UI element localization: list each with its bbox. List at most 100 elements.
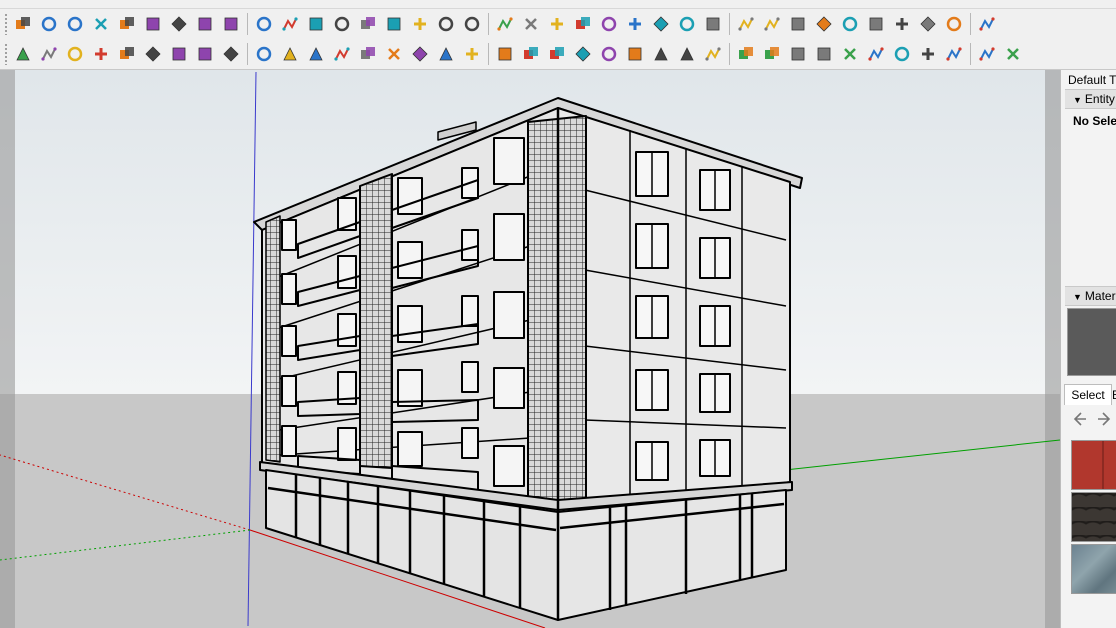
back-arrow-icon[interactable] — [1071, 410, 1089, 428]
components-icon[interactable] — [916, 12, 940, 36]
entity-info-label: Entity — [1084, 92, 1115, 106]
move-plus-icon[interactable] — [330, 12, 354, 36]
grid-3-icon[interactable] — [812, 12, 836, 36]
cross-icon[interactable] — [382, 12, 406, 36]
extrude-icon[interactable] — [597, 12, 621, 36]
building-model-canvas[interactable] — [0, 70, 1060, 628]
chart-icon[interactable] — [115, 42, 139, 66]
grid-wire-icon[interactable] — [493, 42, 517, 66]
tray-title: Default Tr — [1068, 73, 1116, 87]
plane-icon[interactable] — [760, 42, 784, 66]
red-box-icon[interactable] — [89, 12, 113, 36]
curve-2-icon[interactable] — [597, 42, 621, 66]
bench-icon[interactable] — [916, 42, 940, 66]
spiral-icon[interactable] — [434, 42, 458, 66]
material-preview[interactable] — [1067, 308, 1116, 376]
toolbar-top-strip — [0, 0, 1116, 9]
plus-icon[interactable] — [356, 12, 380, 36]
collapse-triangle-icon[interactable]: ▼ — [1073, 95, 1082, 105]
yellow-plane-icon[interactable] — [37, 12, 61, 36]
layers-icon[interactable] — [890, 12, 914, 36]
paint-bucket-icon[interactable] — [675, 12, 699, 36]
default-tray: Default Tr ▼Entity No Selec ▼Mater Selec… — [1060, 70, 1116, 628]
chair-icon[interactable] — [942, 42, 966, 66]
rotate-icon[interactable] — [141, 12, 165, 36]
box-icon[interactable] — [219, 12, 243, 36]
corner-icon[interactable] — [519, 42, 543, 66]
fence-icon[interactable] — [675, 42, 699, 66]
gear-icon[interactable] — [193, 42, 217, 66]
arc-icon[interactable] — [864, 12, 888, 36]
triangle-icon[interactable] — [408, 12, 432, 36]
tape-icon[interactable] — [330, 42, 354, 66]
green-plane-icon[interactable] — [63, 12, 87, 36]
hand-2-icon[interactable] — [734, 42, 758, 66]
material-swatch-red-brick[interactable] — [1071, 440, 1116, 490]
shelf-icon[interactable] — [1001, 42, 1025, 66]
polyline-icon[interactable] — [304, 12, 328, 36]
tab-select[interactable]: Select — [1064, 384, 1112, 405]
collapse-triangle-icon[interactable]: ▼ — [1073, 292, 1082, 302]
stack-icon[interactable] — [812, 42, 836, 66]
pattern-icon[interactable] — [141, 42, 165, 66]
undo-icon[interactable] — [571, 12, 595, 36]
toolbar-grip[interactable] — [4, 13, 8, 35]
curve-icon[interactable] — [434, 12, 458, 36]
roof-icon[interactable] — [890, 42, 914, 66]
diamond-icon[interactable] — [519, 12, 543, 36]
materials-label: Mater — [1084, 289, 1116, 303]
square-icon[interactable] — [167, 12, 191, 36]
right-border-shadow — [1045, 70, 1060, 628]
face-icon[interactable] — [460, 12, 484, 36]
toolbar-separator — [970, 13, 971, 35]
mail-icon[interactable] — [219, 42, 243, 66]
toolbar-grip[interactable] — [4, 43, 8, 65]
path-icon[interactable] — [278, 42, 302, 66]
tab-edit[interactable]: E — [1112, 386, 1116, 404]
window-icon[interactable] — [786, 42, 810, 66]
info-icon[interactable] — [252, 42, 276, 66]
materials-panel-header[interactable]: ▼ Mater — [1065, 286, 1116, 306]
link-icon[interactable] — [252, 12, 276, 36]
line-icon[interactable] — [356, 42, 380, 66]
cloud-icon[interactable] — [167, 42, 191, 66]
more-icon[interactable] — [975, 12, 999, 36]
cup-icon[interactable] — [545, 12, 569, 36]
selection-status: No Selec — [1073, 114, 1116, 128]
frame-icon[interactable] — [734, 12, 758, 36]
model-info-icon[interactable] — [942, 12, 966, 36]
entity-info-panel-header[interactable]: ▼ Entity — [1065, 89, 1116, 109]
grid-icon[interactable] — [760, 12, 784, 36]
refresh-icon[interactable] — [37, 42, 61, 66]
material-swatch-blue-stone[interactable] — [1071, 544, 1116, 594]
pushpull-icon[interactable] — [623, 12, 647, 36]
tree-icon[interactable] — [89, 42, 113, 66]
lamp-icon[interactable] — [975, 42, 999, 66]
grid-2-icon[interactable] — [786, 12, 810, 36]
wall-icon[interactable] — [623, 42, 647, 66]
points-line-icon[interactable] — [304, 42, 328, 66]
angle-icon[interactable] — [545, 42, 569, 66]
hand-icon[interactable] — [382, 42, 406, 66]
scissors-icon[interactable] — [864, 42, 888, 66]
lasso-icon[interactable] — [408, 42, 432, 66]
model-viewport[interactable] — [0, 70, 1060, 628]
add-icon[interactable] — [63, 42, 87, 66]
honeycomb-icon[interactable] — [701, 12, 725, 36]
material-swatch-dark-shingle[interactable] — [1071, 492, 1116, 542]
arrow-right-icon[interactable] — [838, 42, 862, 66]
forward-arrow-icon[interactable] — [1095, 410, 1113, 428]
box-3d-icon[interactable] — [460, 42, 484, 66]
copy-icon[interactable] — [649, 12, 673, 36]
angle-2-icon[interactable] — [571, 42, 595, 66]
column-icon[interactable] — [701, 42, 725, 66]
flag-icon[interactable] — [193, 12, 217, 36]
follow-icon[interactable] — [11, 42, 35, 66]
offset-icon[interactable] — [278, 12, 302, 36]
circle-icon[interactable] — [493, 12, 517, 36]
paper-icon[interactable] — [115, 12, 139, 36]
points-icon[interactable] — [838, 12, 862, 36]
blue-cube-icon[interactable] — [11, 12, 35, 36]
stairs-icon[interactable] — [649, 42, 673, 66]
toolbar-row-large-tools — [0, 9, 1116, 39]
